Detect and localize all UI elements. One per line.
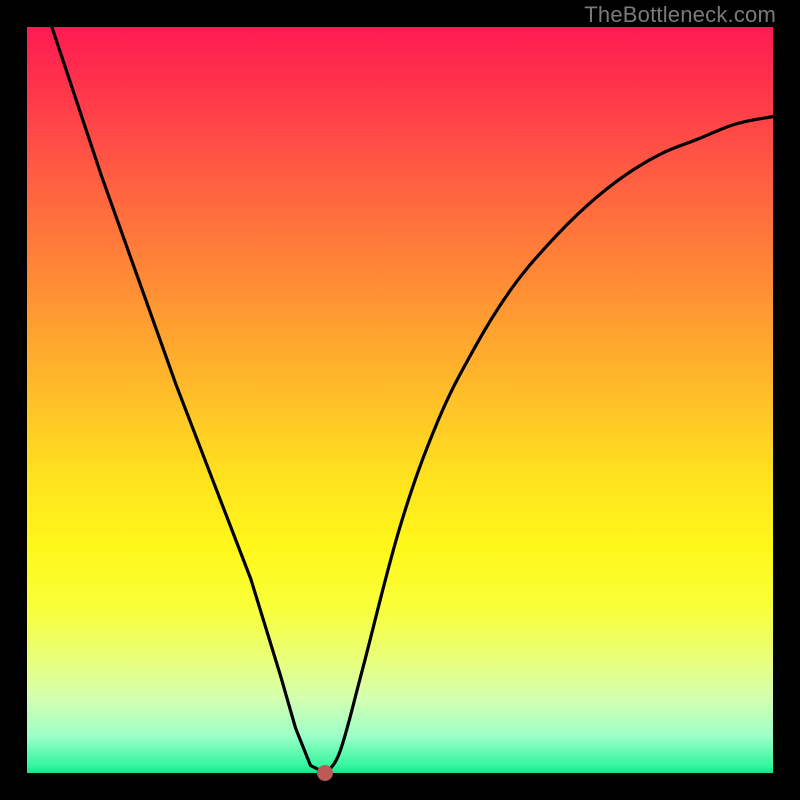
curve-path <box>27 0 773 773</box>
bottleneck-curve <box>27 27 773 773</box>
plot-area <box>27 27 773 773</box>
chart-frame: TheBottleneck.com <box>0 0 800 800</box>
minimum-marker-dot <box>317 765 333 781</box>
watermark-text: TheBottleneck.com <box>584 2 776 28</box>
